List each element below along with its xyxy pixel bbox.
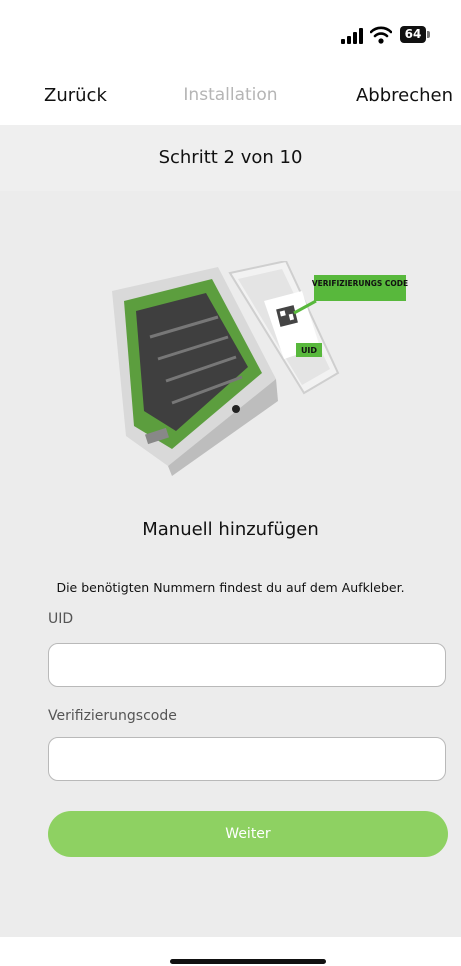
uid-callout: UID — [301, 346, 317, 355]
manual-add-title: Manuell hinzufügen — [142, 519, 319, 540]
home-indicator[interactable] — [170, 959, 326, 964]
step-label: Schritt 2 von 10 — [158, 147, 303, 168]
uid-label: UID — [48, 611, 74, 627]
device-illustration: VERIFIZIERUNGS CODE UID — [112, 261, 408, 476]
verification-code-callout: VERIFIZIERUNGS CODE — [312, 279, 408, 288]
status-bar: 64 — [0, 0, 461, 70]
main-content: VERIFIZIERUNGS CODE UID Manuell hinzufüg… — [0, 191, 461, 937]
uid-input[interactable] — [48, 643, 446, 687]
wifi-icon — [370, 26, 392, 44]
home-area — [0, 937, 461, 966]
nav-bar: Zurück Installation Abbrechen — [0, 70, 461, 125]
verification-code-label: Verifizierungscode — [48, 708, 177, 724]
battery-level: 64 — [400, 26, 426, 43]
next-button[interactable]: Weiter — [48, 811, 448, 857]
sticker-hint: Die benötigten Nummern findest du auf de… — [56, 580, 405, 595]
verification-code-input[interactable] — [48, 737, 446, 781]
cancel-button[interactable]: Abbrechen — [356, 85, 453, 106]
step-indicator: Schritt 2 von 10 — [0, 125, 461, 191]
battery-icon: 64 — [400, 26, 430, 43]
signal-icon — [341, 28, 363, 44]
